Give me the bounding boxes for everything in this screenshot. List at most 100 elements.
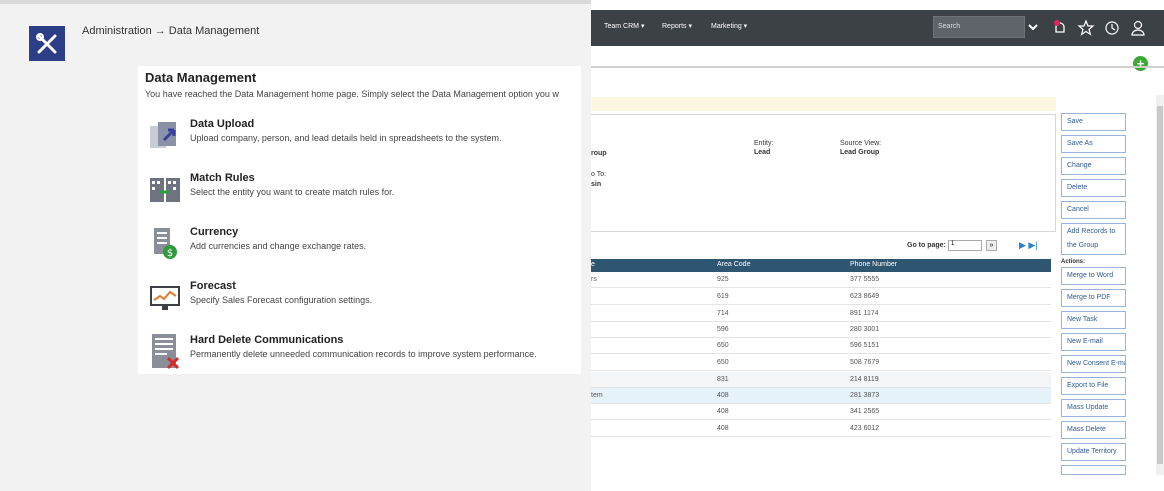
cell-area-code: 714 bbox=[717, 310, 729, 317]
left-panel: Administration → Data Management Data Ma… bbox=[0, 0, 591, 491]
divider bbox=[591, 66, 1164, 68]
cell-area-code: 831 bbox=[717, 376, 729, 383]
merge-to-pdf-button[interactable]: Merge to PDF bbox=[1061, 289, 1126, 307]
star-icon[interactable] bbox=[1077, 19, 1095, 37]
add-records-to-group-button[interactable]: Add Records to the Group bbox=[1061, 223, 1126, 255]
save-as-button[interactable]: Save As bbox=[1061, 135, 1126, 153]
table-row[interactable]: 408 341 2565 bbox=[591, 404, 1051, 420]
currency-option[interactable]: $ Currency Add currencies and change exc… bbox=[148, 226, 578, 270]
update-territory-button[interactable]: Update Territory bbox=[1061, 443, 1126, 461]
notice-band bbox=[591, 97, 1056, 111]
svg-text:$: $ bbox=[167, 248, 173, 259]
currency-desc: Add currencies and change exchange rates… bbox=[190, 241, 367, 251]
entity-label: Entity: bbox=[754, 140, 774, 147]
match-rules-desc: Select the entity you want to create mat… bbox=[190, 187, 395, 197]
save-button[interactable]: Save bbox=[1061, 113, 1126, 131]
admin-header: Administration → Data Management bbox=[0, 0, 591, 61]
go-button[interactable]: » bbox=[986, 240, 997, 251]
cell-phone: 214 8119 bbox=[850, 376, 879, 383]
new-email-button[interactable]: New E-mail bbox=[1061, 333, 1126, 351]
more-actions-button[interactable]: … bbox=[1061, 465, 1126, 475]
user-profile-icon[interactable] bbox=[1129, 19, 1147, 37]
mass-delete-button[interactable]: Mass Delete bbox=[1061, 421, 1126, 439]
cell-phone: 341 2565 bbox=[850, 408, 880, 415]
column-header-phone[interactable]: Phone Number bbox=[850, 261, 897, 268]
cell-phone: 281 3873 bbox=[850, 392, 880, 399]
owner-fragment: sin bbox=[591, 181, 602, 188]
admin-tools-icon[interactable] bbox=[29, 26, 65, 61]
column-header-area-code[interactable]: Area Code bbox=[717, 261, 750, 268]
cell-area-code: 596 bbox=[717, 326, 729, 333]
go-to-page-label: Go to page: bbox=[907, 242, 946, 249]
cell-area-code: 925 bbox=[717, 276, 729, 283]
page-title: Data Management bbox=[145, 70, 257, 85]
cell-area-code: 619 bbox=[717, 293, 729, 300]
chevron-down-icon[interactable] bbox=[1027, 20, 1039, 32]
cell-phone: 423 6012 bbox=[850, 425, 880, 432]
top-navbar: Team CRM ▾ Reports ▾ Marketing ▾ Search bbox=[591, 10, 1164, 46]
upload-icon bbox=[148, 118, 184, 154]
match-rules-icon bbox=[148, 172, 184, 208]
table-row[interactable]: 714 891 1174 bbox=[591, 306, 1051, 322]
mass-update-button[interactable]: Mass Update bbox=[1061, 399, 1126, 417]
nav-marketing[interactable]: Marketing ▾ bbox=[711, 22, 747, 30]
table-row[interactable]: 650 508 7679 bbox=[591, 355, 1051, 371]
table-row[interactable]: 650 596 5151 bbox=[591, 338, 1051, 354]
cell-area-code: 650 bbox=[717, 359, 729, 366]
cell-phone: 623 8649 bbox=[850, 293, 880, 300]
match-rules-option[interactable]: Match Rules Select the entity you want t… bbox=[148, 172, 578, 216]
cell-phone: 508 7679 bbox=[850, 359, 880, 366]
forecast-icon bbox=[148, 280, 184, 316]
data-upload-option[interactable]: Data Upload Upload company, person, and … bbox=[148, 118, 578, 162]
table-header: e Area Code Phone Number bbox=[591, 259, 1051, 272]
export-to-file-button[interactable]: Export to File bbox=[1061, 377, 1126, 395]
column-header-name[interactable]: e bbox=[591, 261, 595, 268]
currency-label: Currency bbox=[190, 226, 239, 238]
notification-bell-icon[interactable] bbox=[1051, 19, 1069, 37]
breadcrumb: Administration → Data Management bbox=[82, 25, 260, 37]
nav-reports[interactable]: Reports ▾ bbox=[662, 22, 692, 30]
add-button[interactable]: + bbox=[1133, 56, 1148, 71]
delete-button[interactable]: Delete bbox=[1061, 179, 1126, 197]
cancel-button[interactable]: Cancel bbox=[1061, 201, 1126, 219]
hard-delete-icon bbox=[148, 334, 184, 370]
change-button[interactable]: Change bbox=[1061, 157, 1126, 175]
hard-delete-desc: Permanently delete unneeded communicatio… bbox=[190, 349, 537, 359]
table-row[interactable]: tem 408 281 3873 bbox=[591, 388, 1051, 404]
table-row[interactable]: 596 280 3001 bbox=[591, 322, 1051, 338]
clock-icon[interactable] bbox=[1103, 19, 1121, 37]
page-number-input[interactable]: 1 bbox=[948, 240, 982, 251]
cell-phone: 377 5555 bbox=[850, 276, 880, 283]
table-row[interactable]: 831 214 8119 bbox=[591, 372, 1051, 388]
cell-name: rs bbox=[591, 276, 597, 283]
cell-area-code: 408 bbox=[717, 425, 729, 432]
entity-value: Lead bbox=[754, 149, 771, 156]
new-consent-email-button[interactable]: New Consent E-mail bbox=[1061, 355, 1126, 373]
data-upload-desc: Upload company, person, and lead details… bbox=[190, 133, 502, 143]
nav-team-crm[interactable]: Team CRM ▾ bbox=[604, 22, 644, 30]
page-subtitle: You have reached the Data Management hom… bbox=[145, 89, 559, 99]
new-task-button[interactable]: New Task bbox=[1061, 311, 1126, 329]
search-input[interactable]: Search bbox=[933, 16, 1025, 38]
cell-phone: 280 3001 bbox=[850, 326, 880, 333]
table-row[interactable]: 408 423 6012 bbox=[591, 421, 1051, 437]
merge-to-word-button[interactable]: Merge to Word bbox=[1061, 267, 1126, 285]
assigned-to-fragment: o To: bbox=[591, 171, 607, 178]
screen: Administration → Data Management Data Ma… bbox=[0, 0, 1164, 491]
data-management-card: Data Management You have reached the Dat… bbox=[138, 66, 581, 374]
group-label-fragment: roup bbox=[591, 150, 607, 157]
group-info-box: roup o To: sin Entity: Lead Source View:… bbox=[591, 114, 1056, 232]
table-row[interactable]: 619 623 8649 bbox=[591, 289, 1051, 305]
source-view-label: Source View: bbox=[840, 140, 882, 147]
hard-delete-option[interactable]: Hard Delete Communications Permanently d… bbox=[148, 334, 578, 378]
cell-area-code: 408 bbox=[717, 408, 729, 415]
forecast-option[interactable]: Forecast Specify Sales Forecast configur… bbox=[148, 280, 578, 324]
scrollbar-thumb[interactable] bbox=[1157, 106, 1163, 464]
cell-phone: 891 1174 bbox=[850, 310, 879, 317]
currency-icon: $ bbox=[148, 226, 184, 262]
forecast-label: Forecast bbox=[190, 280, 236, 292]
table-row[interactable]: rs 925 377 5555 bbox=[591, 272, 1051, 288]
right-panel: Team CRM ▾ Reports ▾ Marketing ▾ Search bbox=[591, 0, 1164, 491]
next-last-page-icon[interactable]: ▶ ▶| bbox=[1019, 240, 1038, 251]
cell-name: tem bbox=[591, 392, 603, 399]
